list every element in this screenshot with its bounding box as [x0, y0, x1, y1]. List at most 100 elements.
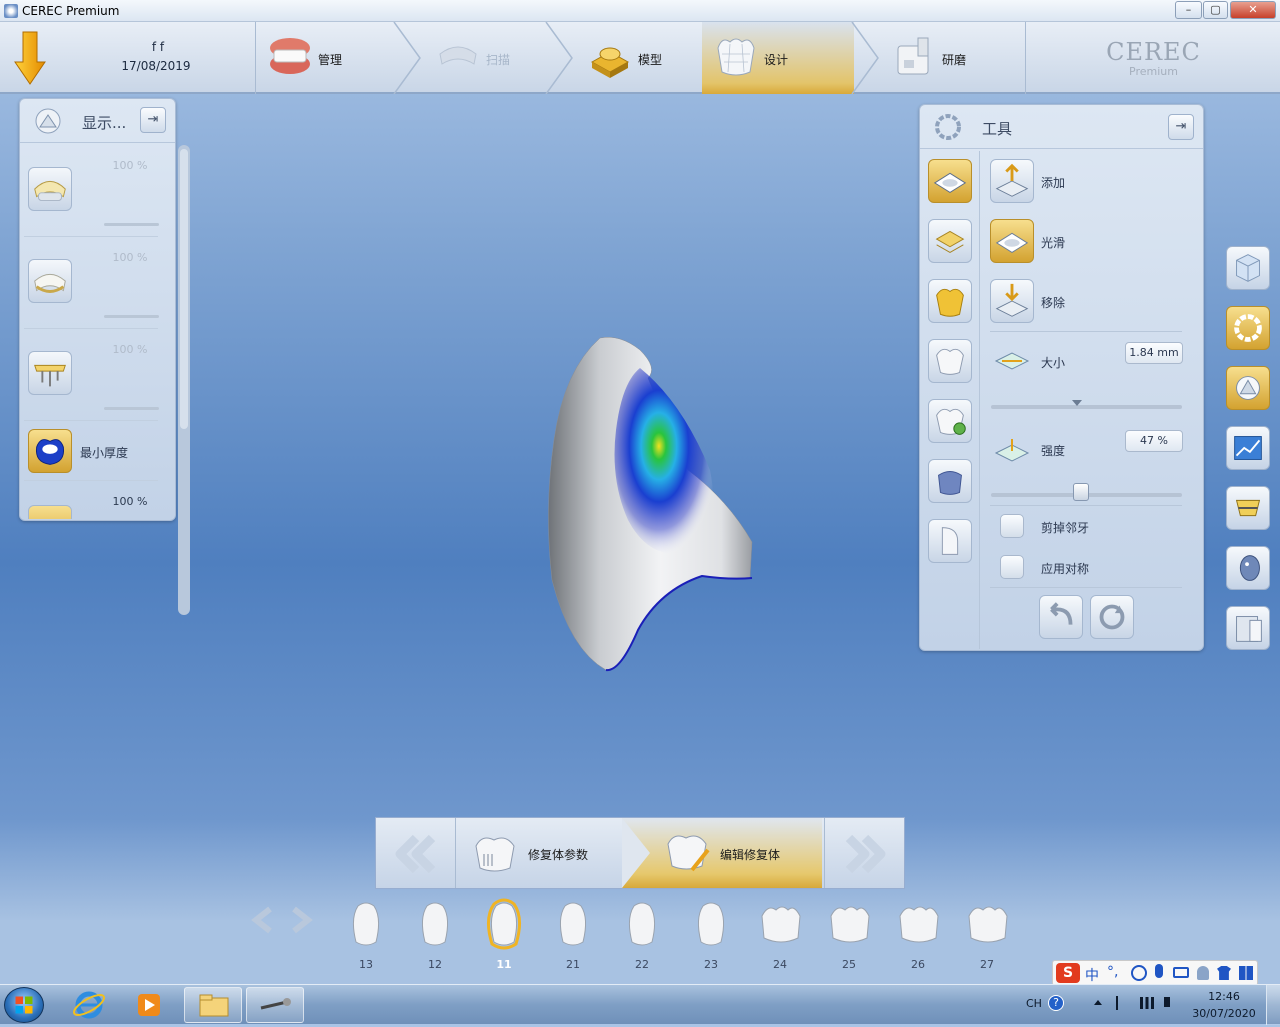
close-button[interactable]: ✕	[1230, 1, 1276, 19]
action-center-flag-icon[interactable]	[1116, 996, 1128, 1010]
report-button[interactable]	[1226, 606, 1270, 650]
tooth-21[interactable]: 21	[547, 898, 599, 974]
restoration-3d-view[interactable]	[540, 330, 770, 680]
size-slider[interactable]	[991, 400, 1182, 409]
step-mill[interactable]: 研磨	[880, 22, 1025, 94]
add-tool-button[interactable]	[990, 159, 1034, 203]
sub-step-edit-restoration[interactable]: 编辑修复体	[622, 818, 822, 888]
contacts-icon	[938, 470, 962, 495]
smooth-tool-button[interactable]	[990, 219, 1034, 263]
taskbar-explorer[interactable]	[184, 987, 242, 1023]
patient-area: f f 17/08/2019	[0, 22, 256, 94]
tools-panel-pin-button[interactable]: ⇥	[1168, 114, 1194, 140]
toolbox-icon[interactable]	[1239, 966, 1253, 980]
step-model[interactable]: 模型	[576, 22, 702, 94]
restoration-toggle-button[interactable]	[28, 505, 72, 519]
size-slider-thumb[interactable]	[1071, 400, 1082, 406]
display-panel-scrollbar[interactable]	[178, 145, 190, 615]
contacts-tool-button[interactable]	[928, 459, 972, 503]
start-button[interactable]	[4, 987, 44, 1023]
veneer-tool-button[interactable]	[928, 519, 972, 563]
tooth-23[interactable]: 23	[685, 898, 737, 974]
sub-step-restoration-params[interactable]: 修复体参数	[456, 818, 646, 888]
clock-time[interactable]: 12:46	[1196, 990, 1252, 1003]
display-panel-toggle-button[interactable]	[1226, 366, 1270, 410]
language-indicator[interactable]: CH	[1026, 997, 1042, 1010]
volume-icon[interactable]	[1164, 997, 1170, 1007]
upper-jaw-opacity-slider[interactable]	[104, 223, 159, 226]
emoji-icon[interactable]	[1131, 965, 1147, 981]
tooth-25[interactable]: 25	[823, 898, 875, 974]
articulator-button[interactable]	[1226, 486, 1270, 530]
patient-date: 17/08/2019	[121, 59, 191, 73]
tooth-number: 22	[635, 958, 649, 971]
tooth-12[interactable]: 12	[409, 898, 461, 974]
bite-toggle-button[interactable]	[28, 351, 72, 395]
strength-slider[interactable]	[991, 483, 1182, 501]
layers-tool-button[interactable]	[928, 219, 972, 263]
tooth-22[interactable]: 22	[616, 898, 668, 974]
clock-date[interactable]: 30/07/2020	[1190, 1007, 1258, 1020]
show-desktop-button[interactable]	[1266, 985, 1280, 1025]
skin-icon[interactable]	[1217, 966, 1231, 980]
tooth-24[interactable]: 24	[754, 898, 806, 974]
crown-check-tool-button[interactable]	[928, 399, 972, 443]
strength-value-field[interactable]: 47 %	[1125, 430, 1183, 452]
strength-slider-thumb[interactable]	[1072, 483, 1089, 501]
tools-panel-toggle-button[interactable]	[1226, 306, 1270, 350]
redo-button[interactable]	[1090, 595, 1134, 639]
sub-workflow-next-button[interactable]	[824, 818, 904, 888]
scrollbar-thumb[interactable]	[180, 149, 188, 429]
tooth-26[interactable]: 26	[892, 898, 944, 974]
restoration-params-label: 修复体参数	[528, 848, 589, 862]
taskbar-media-player[interactable]	[120, 987, 178, 1023]
network-icon[interactable]	[1140, 997, 1154, 1009]
smooth-tool-label: 光滑	[1041, 236, 1066, 250]
min-thickness-toggle-button[interactable]	[28, 429, 72, 473]
upper-jaw-toggle-button[interactable]	[28, 167, 72, 211]
taskbar-ie[interactable]	[60, 987, 118, 1023]
view-cube-button[interactable]	[1226, 246, 1270, 290]
crown-tool-button[interactable]	[928, 339, 972, 383]
tooth-13[interactable]: 13	[340, 898, 392, 974]
lower-jaw-toggle-button[interactable]	[28, 259, 72, 303]
sub-workflow-back-button[interactable]	[376, 818, 456, 888]
undo-button[interactable]	[1039, 595, 1083, 639]
taskbar-cerec[interactable]	[246, 987, 304, 1023]
user-icon[interactable]	[1197, 966, 1209, 980]
ime-punctuation[interactable]: °,	[1107, 964, 1118, 980]
microphone-icon[interactable]	[1155, 964, 1163, 978]
tray-expand-icon[interactable]	[1094, 1000, 1102, 1005]
help-icon[interactable]: ?	[1048, 995, 1064, 1011]
tooth-number: 24	[773, 958, 787, 971]
keyboard-icon[interactable]	[1173, 967, 1189, 978]
add-tool-label: 添加	[1041, 176, 1066, 190]
maximize-button[interactable]: ▢	[1203, 1, 1228, 19]
internet-explorer-icon	[72, 991, 106, 1019]
tools-panel-header: 工具 ⇥	[920, 105, 1203, 149]
teeth-scroll-arrows[interactable]	[248, 905, 316, 935]
sogou-logo-icon[interactable]: S	[1056, 963, 1080, 983]
trim-neighbor-checkbox[interactable]	[1000, 514, 1024, 538]
crown-gold-tool-button[interactable]	[928, 279, 972, 323]
minimize-button[interactable]: –	[1175, 1, 1202, 19]
lower-jaw-opacity-slider[interactable]	[104, 315, 159, 318]
size-value-field[interactable]: 1.84 mm	[1125, 342, 1183, 364]
back-arrow-icon[interactable]	[14, 30, 46, 86]
tooth-27[interactable]: 27	[961, 898, 1013, 974]
bite-icon	[34, 364, 66, 387]
remove-tool-button[interactable]	[990, 279, 1034, 323]
step-scan[interactable]: 扫描	[424, 22, 548, 94]
analysis-button[interactable]	[1226, 426, 1270, 470]
step-manage[interactable]: 管理	[256, 22, 396, 94]
ime-mode[interactable]: 中	[1085, 965, 1099, 985]
tooth-11[interactable]: 11	[478, 898, 530, 974]
face-view-button[interactable]	[1226, 546, 1270, 590]
strength-icon	[994, 439, 1030, 462]
step-design[interactable]: 设计	[702, 22, 854, 94]
shape-tool-button[interactable]	[928, 159, 972, 203]
display-panel-pin-button[interactable]: ⇥	[140, 107, 166, 133]
bite-opacity-slider[interactable]	[104, 407, 159, 410]
apply-symmetry-checkbox[interactable]	[1000, 555, 1024, 579]
shape-tool-icon	[933, 172, 967, 194]
